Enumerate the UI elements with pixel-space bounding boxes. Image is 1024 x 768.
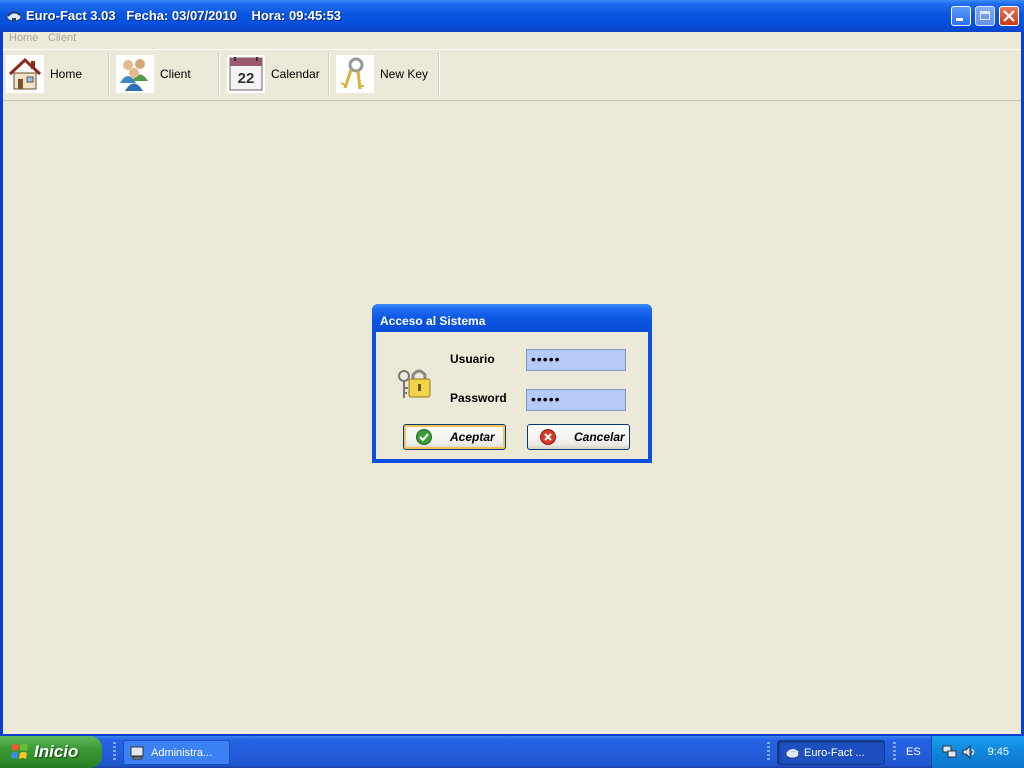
volume-icon[interactable] bbox=[961, 744, 977, 760]
taskbar-item-administra[interactable]: Administra... bbox=[123, 740, 230, 765]
taskbar: Inicio Administra... Euro-Fact ... ES 9:… bbox=[0, 736, 1024, 768]
start-label: Inicio bbox=[34, 742, 79, 761]
dialog-title: Acceso al Sistema bbox=[380, 314, 486, 328]
taskbar-item-label: Euro-Fact ... bbox=[804, 746, 865, 759]
toolbar-new-key-label: New Key bbox=[380, 67, 429, 81]
check-icon bbox=[416, 429, 432, 445]
cancel-label: Cancelar bbox=[574, 430, 625, 444]
app-icon bbox=[6, 11, 22, 22]
users-icon bbox=[116, 55, 154, 93]
taskbar-grip bbox=[893, 742, 896, 762]
login-dialog: Acceso al Sistema Usuario ••••• Password… bbox=[372, 304, 652, 463]
dialog-title-bar[interactable]: Acceso al Sistema bbox=[372, 304, 652, 332]
toolbar-separator bbox=[328, 52, 330, 96]
computer-icon bbox=[130, 746, 144, 759]
toolbar-calendar-button[interactable]: 22 Calendar bbox=[227, 52, 320, 96]
calendar-icon: 22 bbox=[227, 55, 265, 93]
app-icon bbox=[785, 748, 800, 759]
language-indicator[interactable]: ES bbox=[906, 746, 921, 758]
start-button[interactable]: Inicio bbox=[0, 736, 102, 768]
toolbar-home-label: Home bbox=[50, 67, 83, 81]
toolbar-calendar-label: Calendar bbox=[271, 67, 320, 81]
title-bar[interactable]: Euro-Fact 3.03 Fecha: 03/07/2010 Hora: 0… bbox=[0, 0, 1024, 32]
network-icon[interactable] bbox=[942, 744, 958, 760]
user-label: Usuario bbox=[450, 352, 495, 366]
toolbar: Home Client 22 Calendar New Key bbox=[3, 50, 1021, 101]
accept-button[interactable]: Aceptar bbox=[403, 424, 506, 450]
clock[interactable]: 9:45 bbox=[988, 746, 1009, 758]
password-field[interactable]: ••••• bbox=[526, 389, 626, 411]
close-icon bbox=[1003, 10, 1015, 22]
user-field[interactable]: ••••• bbox=[526, 349, 626, 371]
lock-keys-icon bbox=[398, 369, 431, 398]
system-tray: 9:45 bbox=[931, 736, 1024, 768]
taskbar-grip bbox=[113, 742, 116, 762]
toolbar-separator bbox=[108, 52, 110, 96]
taskbar-item-label: Administra... bbox=[151, 746, 213, 759]
close-button[interactable] bbox=[999, 6, 1019, 26]
calendar-day: 22 bbox=[238, 70, 255, 87]
taskbar-grip bbox=[767, 742, 770, 762]
accept-label: Aceptar bbox=[450, 430, 495, 444]
keys-icon bbox=[336, 55, 374, 93]
toolbar-separator bbox=[218, 52, 220, 96]
menu-client[interactable]: Client bbox=[48, 32, 76, 44]
cancel-button[interactable]: Cancelar bbox=[527, 424, 630, 450]
password-label: Password bbox=[450, 391, 507, 405]
windows-logo-icon bbox=[11, 744, 28, 759]
window-title: Euro-Fact 3.03 Fecha: 03/07/2010 Hora: 0… bbox=[26, 8, 342, 23]
toolbar-client-button[interactable]: Client bbox=[116, 52, 191, 96]
dialog-body: Usuario ••••• Password ••••• Aceptar Can… bbox=[376, 332, 648, 459]
menu-home[interactable]: Home bbox=[9, 32, 38, 44]
house-icon bbox=[6, 55, 44, 93]
menu-bar: Home Client bbox=[3, 32, 1021, 50]
toolbar-client-label: Client bbox=[160, 67, 191, 81]
toolbar-home-button[interactable]: Home bbox=[6, 52, 82, 96]
minimize-button[interactable] bbox=[951, 6, 971, 26]
cancel-icon bbox=[540, 429, 556, 445]
maximize-button[interactable] bbox=[975, 6, 995, 26]
toolbar-separator bbox=[438, 52, 440, 96]
taskbar-item-euro-fact[interactable]: Euro-Fact ... bbox=[777, 740, 885, 765]
toolbar-new-key-button[interactable]: New Key bbox=[336, 52, 428, 96]
